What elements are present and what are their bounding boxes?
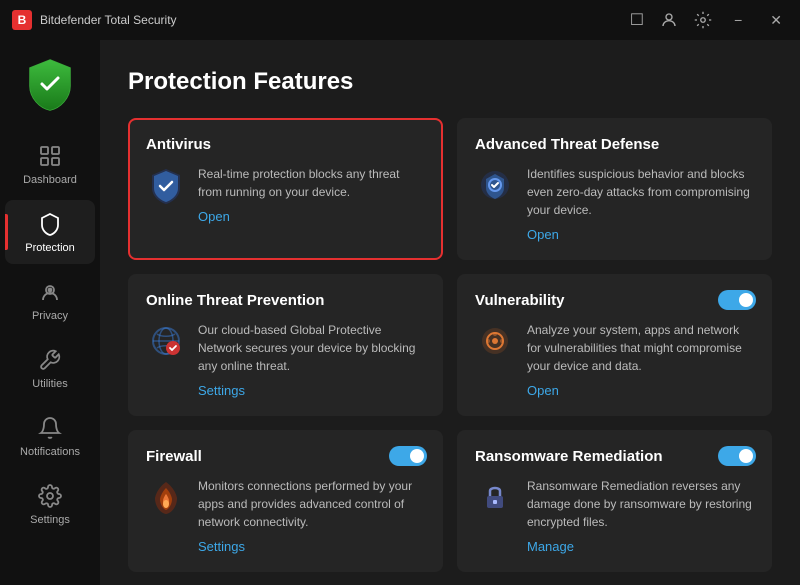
vulnerability-open-link[interactable]: Open xyxy=(527,383,559,398)
vulnerability-icon xyxy=(475,321,515,361)
sidebar: Dashboard Protection Privacy xyxy=(0,40,100,585)
protection-label: Protection xyxy=(25,242,75,254)
antivirus-icon xyxy=(146,165,186,205)
titlebar-controls: ☐ − ✕ xyxy=(630,10,788,31)
utilities-label: Utilities xyxy=(32,378,67,390)
utilities-icon xyxy=(36,346,64,374)
privacy-label: Privacy xyxy=(32,310,68,322)
active-indicator xyxy=(5,214,8,250)
ransomware-description: Ransomware Remediation reverses any dama… xyxy=(527,477,754,531)
firewall-description: Monitors connections performed by your a… xyxy=(198,477,425,531)
vulnerability-toggle-wrap[interactable] xyxy=(718,290,756,310)
atd-open-link[interactable]: Open xyxy=(527,227,559,242)
sidebar-logo xyxy=(26,58,74,112)
close-button[interactable]: ✕ xyxy=(764,10,788,31)
ransomware-icon xyxy=(475,477,515,517)
main-content: Protection Features Antivirus Real-time … xyxy=(100,40,800,585)
notifications-icon xyxy=(36,414,64,442)
otp-settings-link[interactable]: Settings xyxy=(198,383,245,398)
settings-sidebar-icon xyxy=(36,482,64,510)
antivirus-title: Antivirus xyxy=(146,136,425,153)
antivirus-body: Real-time protection blocks any threat f… xyxy=(146,165,425,226)
otp-description: Our cloud-based Global Protective Networ… xyxy=(198,321,425,375)
dashboard-icon xyxy=(36,142,64,170)
sidebar-item-protection[interactable]: Protection xyxy=(5,200,95,264)
firewall-card[interactable]: Firewall Monitors connections performed … xyxy=(128,430,443,572)
firewall-title: Firewall xyxy=(146,448,425,465)
page-title: Protection Features xyxy=(128,68,772,96)
otp-card[interactable]: Online Threat Prevention xyxy=(128,274,443,416)
sidebar-item-privacy[interactable]: Privacy xyxy=(5,268,95,332)
app-body: Dashboard Protection Privacy xyxy=(0,40,800,585)
minimize-button[interactable]: − xyxy=(728,10,748,30)
bd-logo: B xyxy=(12,10,32,30)
shield-logo-icon xyxy=(26,58,74,112)
dashboard-label: Dashboard xyxy=(23,174,77,186)
app-title: Bitdefender Total Security xyxy=(40,13,177,27)
ransomware-title: Ransomware Remediation xyxy=(475,448,754,465)
settings-icon[interactable] xyxy=(694,11,712,29)
antivirus-open-link[interactable]: Open xyxy=(198,209,230,224)
sidebar-item-utilities[interactable]: Utilities xyxy=(5,336,95,400)
user-icon[interactable]: ☐ xyxy=(630,10,644,30)
sidebar-item-settings[interactable]: Settings xyxy=(5,472,95,536)
otp-title: Online Threat Prevention xyxy=(146,292,425,309)
vulnerability-description: Analyze your system, apps and network fo… xyxy=(527,321,754,375)
feature-grid: Antivirus Real-time protection blocks an… xyxy=(128,118,772,585)
vulnerability-toggle[interactable] xyxy=(718,290,756,310)
titlebar-left: B Bitdefender Total Security xyxy=(12,10,177,30)
settings-label: Settings xyxy=(30,514,70,526)
notifications-label: Notifications xyxy=(20,446,80,458)
ransomware-manage-link[interactable]: Manage xyxy=(527,539,574,554)
atd-icon xyxy=(475,165,515,205)
atd-description: Identifies suspicious behavior and block… xyxy=(527,165,754,219)
firewall-icon xyxy=(146,477,186,517)
protection-icon xyxy=(36,210,64,238)
otp-body: Our cloud-based Global Protective Networ… xyxy=(146,321,425,400)
ransomware-body: Ransomware Remediation reverses any dama… xyxy=(475,477,754,556)
antivirus-card[interactable]: Antivirus Real-time protection blocks an… xyxy=(128,118,443,260)
user-icon[interactable] xyxy=(660,11,678,29)
atd-body: Identifies suspicious behavior and block… xyxy=(475,165,754,244)
sidebar-item-notifications[interactable]: Notifications xyxy=(5,404,95,468)
vulnerability-title: Vulnerability xyxy=(475,292,754,309)
privacy-icon xyxy=(36,278,64,306)
ransomware-toggle-wrap[interactable] xyxy=(718,446,756,466)
ransomware-toggle[interactable] xyxy=(718,446,756,466)
sidebar-item-dashboard[interactable]: Dashboard xyxy=(5,132,95,196)
atd-card[interactable]: Advanced Threat Defense Identifies suspi… xyxy=(457,118,772,260)
vulnerability-body: Analyze your system, apps and network fo… xyxy=(475,321,754,400)
firewall-settings-link[interactable]: Settings xyxy=(198,539,245,554)
firewall-toggle[interactable] xyxy=(389,446,427,466)
antivirus-description: Real-time protection blocks any threat f… xyxy=(198,165,425,201)
otp-icon xyxy=(146,321,186,361)
firewall-body: Monitors connections performed by your a… xyxy=(146,477,425,556)
vulnerability-card[interactable]: Vulnerability Analyze your sys xyxy=(457,274,772,416)
ransomware-card[interactable]: Ransomware Remediation Ransomware Remedi… xyxy=(457,430,772,572)
firewall-toggle-wrap[interactable] xyxy=(389,446,427,466)
titlebar: B Bitdefender Total Security ☐ − ✕ xyxy=(0,0,800,40)
atd-title: Advanced Threat Defense xyxy=(475,136,754,153)
